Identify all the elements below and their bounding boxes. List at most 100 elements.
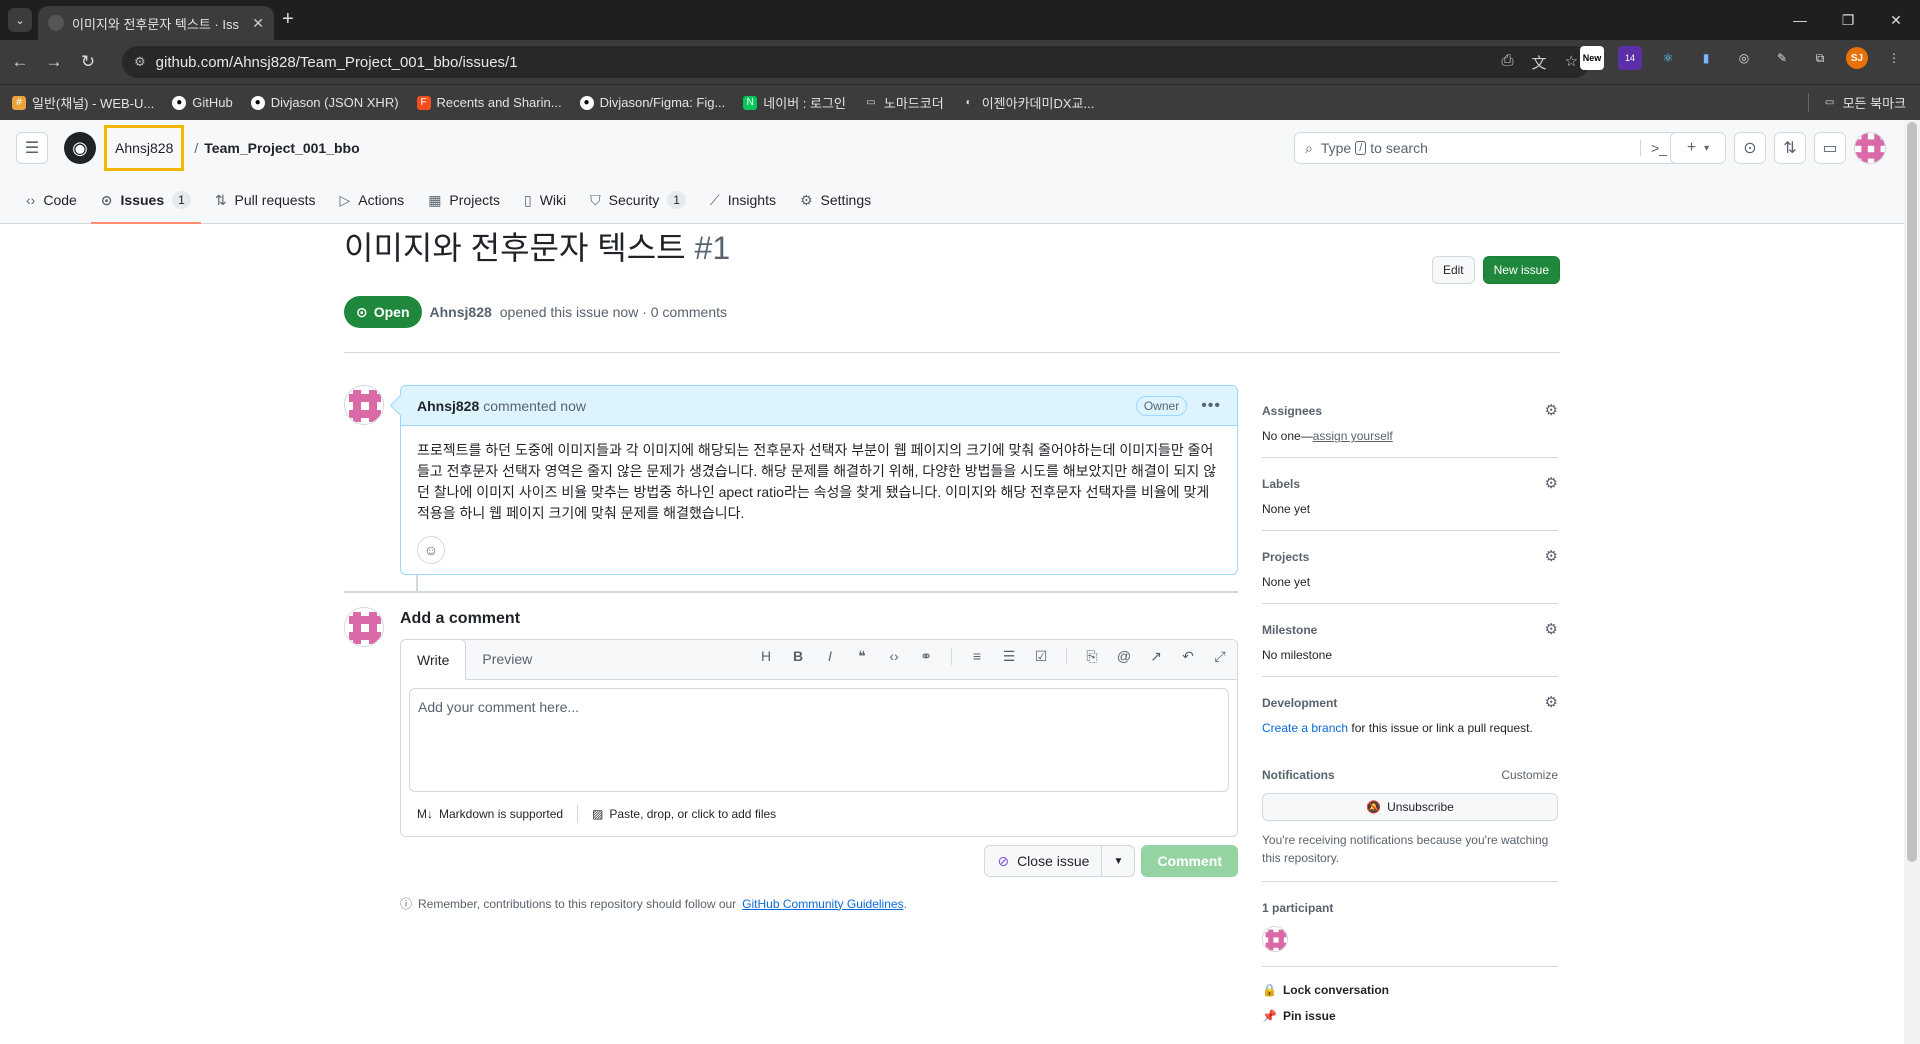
extensions-puzzle-icon[interactable]: ⧉ (1808, 46, 1832, 70)
tab-pull-requests[interactable]: ⇅ Pull requests (205, 176, 326, 224)
inbox-icon[interactable]: ▭ (1814, 132, 1846, 164)
profile-avatar[interactable]: SJ (1846, 47, 1868, 69)
code-icon[interactable]: ‹› (885, 648, 903, 665)
unsubscribe-button[interactable]: 🔕 Unsubscribe (1262, 793, 1558, 821)
forward-icon[interactable]: → (40, 52, 68, 72)
bookmark-item[interactable]: ● Divjason/Figma: Fig... (579, 95, 725, 110)
customize-link[interactable]: Customize (1501, 765, 1558, 785)
assign-yourself-link[interactable]: assign yourself (1313, 429, 1393, 443)
bold-icon[interactable]: B (789, 648, 807, 665)
address-bar[interactable]: ⚙ github.com/Ahnsj828/Team_Project_001_b… (122, 46, 1590, 78)
tab-code[interactable]: ‹› Code (16, 176, 87, 224)
minimize-button[interactable]: — (1776, 0, 1824, 40)
create-new-button[interactable]: + ▾ (1670, 132, 1726, 164)
react-devtools-icon[interactable]: ⚛ (1656, 46, 1680, 70)
bookmark-item[interactable]: ● GitHub (172, 95, 233, 110)
close-issue-button[interactable]: ⊘ Close issue (985, 846, 1103, 876)
reload-icon[interactable]: ↻ (74, 52, 102, 72)
owner-link[interactable]: Ahnsj828 (104, 125, 185, 171)
extension-pen-icon[interactable]: ✎ (1770, 46, 1794, 70)
tab-security[interactable]: ⛉ Security 1 (580, 176, 696, 224)
bookmark-item[interactable]: ● Divjason (JSON XHR) (250, 95, 399, 110)
back-icon[interactable]: ← (6, 52, 34, 72)
reply-icon[interactable]: ↶ (1179, 648, 1197, 665)
hamburger-menu-icon[interactable]: ☰ (16, 132, 48, 164)
create-branch-link[interactable]: Create a branch (1262, 721, 1348, 735)
gear-icon[interactable]: ⚙ (1545, 547, 1558, 567)
translate-icon[interactable]: 文 (1532, 52, 1547, 73)
markdown-support-link[interactable]: M↓ Markdown is supported (417, 807, 563, 821)
omnibox-actions: ⎙ 文 ☆ (1502, 52, 1578, 73)
bookmark-star-icon[interactable]: ☆ (1565, 52, 1578, 73)
repo-link[interactable]: Team_Project_001_bbo (204, 140, 359, 156)
comment-button[interactable]: Comment (1141, 845, 1238, 877)
comment-textarea[interactable]: Add your comment here... (409, 688, 1229, 792)
participant-avatar[interactable] (1262, 926, 1288, 952)
task-list-icon[interactable]: ☑ (1032, 648, 1050, 665)
numbered-list-icon[interactable]: ≡ (968, 648, 986, 665)
command-palette-icon[interactable]: >_ (1640, 140, 1667, 156)
all-bookmarks-folder[interactable]: ▭ 모든 북마크 (1807, 93, 1906, 112)
tab-insights[interactable]: ⟋ Insights (700, 176, 786, 224)
chrome-menu-icon[interactable]: ⋮ (1882, 46, 1906, 70)
quote-icon[interactable]: ❝ (853, 648, 871, 665)
gear-icon[interactable]: ⚙ (1545, 620, 1558, 640)
search-input[interactable]: ⌕ Type / to search >_ (1294, 132, 1678, 164)
bookmark-item[interactable]: ▭ 노마드코더 (864, 93, 944, 112)
cross-reference-icon[interactable]: ↗ (1147, 648, 1165, 665)
scrollbar-thumb[interactable] (1907, 122, 1917, 862)
bookmark-item[interactable]: ◐ 이젠아카데미DX교... (962, 93, 1095, 112)
community-guidelines-link[interactable]: GitHub Community Guidelines (742, 897, 903, 911)
install-app-icon[interactable]: ⎙ (1502, 52, 1514, 73)
tab-wiki[interactable]: ▯ Wiki (514, 176, 576, 224)
tab-preview[interactable]: Preview (466, 639, 548, 679)
heading-icon[interactable]: H (757, 648, 775, 665)
issue-icon: ⊙ (100, 191, 113, 208)
close-window-button[interactable]: ✕ (1872, 0, 1920, 40)
tab-settings[interactable]: ⚙ Settings (790, 176, 881, 224)
issues-icon[interactable]: ⊙ (1734, 132, 1766, 164)
tab-write[interactable]: Write (400, 639, 467, 680)
tab-search-button[interactable]: ⌄ (8, 8, 32, 32)
issue-author-link[interactable]: Ahnsj828 (430, 304, 492, 320)
extension-doc-icon[interactable]: ▮ (1694, 46, 1718, 70)
tab-actions[interactable]: ▷ Actions (329, 176, 414, 224)
browser-tab[interactable]: 이미지와 전후문자 텍스트 · Iss ✕ (38, 6, 274, 40)
bookmark-item[interactable]: F Recents and Sharin... (416, 95, 562, 110)
attach-icon[interactable]: ⎘ (1083, 648, 1101, 665)
attach-files-button[interactable]: ▨ Paste, drop, or click to add files (592, 807, 776, 821)
restore-button[interactable]: ❐ (1824, 0, 1872, 40)
fullscreen-icon[interactable]: ⤢ (1211, 648, 1229, 665)
new-issue-button[interactable]: New issue (1482, 256, 1560, 284)
url-text[interactable]: github.com/Ahnsj828/Team_Project_001_bbo… (156, 54, 518, 71)
italic-icon[interactable]: I (821, 648, 839, 665)
bookmark-item[interactable]: N 네이버 : 로그인 (743, 93, 846, 112)
mention-icon[interactable]: @ (1115, 648, 1133, 665)
pull-requests-icon[interactable]: ⇅ (1774, 132, 1806, 164)
gear-icon[interactable]: ⚙ (1545, 474, 1558, 494)
smiley-icon[interactable]: ☺ (417, 536, 445, 564)
bullet-list-icon[interactable]: ☰ (1000, 648, 1018, 665)
new-tab-button[interactable]: + (282, 8, 294, 31)
avatar[interactable] (344, 385, 384, 425)
tab-projects[interactable]: ▦ Projects (418, 176, 510, 224)
extension-new-icon[interactable]: New (1580, 46, 1604, 70)
gear-icon[interactable]: ⚙ (1545, 401, 1558, 421)
link-icon[interactable]: ⚭ (917, 648, 935, 665)
comment-time[interactable]: commented now (483, 398, 586, 414)
site-info-icon[interactable]: ⚙ (134, 54, 146, 70)
bookmark-item[interactable]: # 일반(채널) - WEB-U... (12, 93, 154, 112)
close-tab-icon[interactable]: ✕ (252, 15, 264, 32)
comment-author[interactable]: Ahnsj828 (417, 398, 479, 414)
tab-issues[interactable]: ⊙ Issues 1 (90, 176, 201, 224)
github-logo-icon[interactable]: ◉ (64, 132, 96, 164)
lock-conversation-button[interactable]: 🔒 Lock conversation (1262, 983, 1558, 997)
user-avatar[interactable] (1854, 132, 1886, 164)
kebab-menu-icon[interactable]: ••• (1201, 397, 1221, 415)
gear-icon[interactable]: ⚙ (1545, 693, 1558, 713)
extension-badge-icon[interactable]: 14 (1618, 46, 1642, 70)
extension-target-icon[interactable]: ◎ (1732, 46, 1756, 70)
pin-issue-button[interactable]: 📌 Pin issue (1262, 1009, 1558, 1023)
edit-button[interactable]: Edit (1431, 256, 1475, 284)
close-options-dropdown[interactable]: ▼ (1102, 856, 1134, 867)
